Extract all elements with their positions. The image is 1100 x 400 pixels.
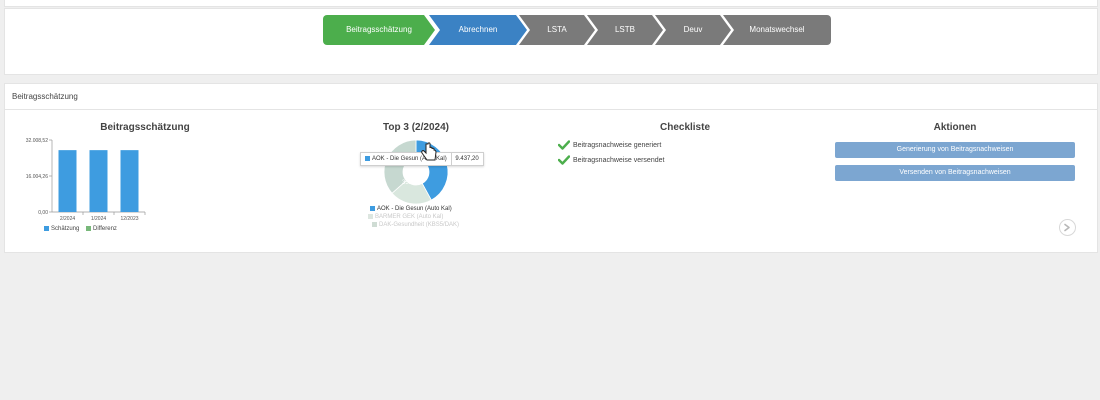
top3-title: Top 3 (2/2024) <box>383 122 449 133</box>
legend-differenz[interactable]: Differenz <box>86 226 117 232</box>
checklist-title: Checkliste <box>659 122 711 133</box>
pie-legend-swatch-barmer <box>368 214 373 219</box>
send-contribution-statements-button[interactable]: Versenden von Beitragsnachweisen <box>835 165 1075 181</box>
x-tick-label: 1/2024 <box>91 216 107 222</box>
legend-label-differenz: Differenz <box>93 226 117 233</box>
bar-schaetzung <box>58 150 77 212</box>
legend-label-schaetzung: Schätzung <box>51 226 80 233</box>
legend-swatch-differenz <box>86 226 91 231</box>
pie-legend-dak[interactable]: DAK-Gesundheit (KBS5/DAK) <box>372 222 459 228</box>
actions-title: Aktionen <box>933 122 977 133</box>
pie-chart: 35.0% <box>383 139 449 205</box>
pie-slice-label: 35.0% <box>402 180 420 186</box>
pie-legend-swatch-dak <box>372 222 377 227</box>
tooltip-divider <box>451 153 453 165</box>
y-tick-label: 32.008,52 <box>26 138 48 144</box>
bar-schaetzung <box>120 150 139 212</box>
pie-legend-label-dak: DAK-Gesundheit (KBS5/DAK) <box>379 222 460 229</box>
legend-schaetzung[interactable]: Schätzung <box>44 226 79 232</box>
generate-contribution-statements-button[interactable]: Generierung von Beitragsnachweisen <box>835 142 1075 158</box>
x-tick-label: 12/2023 <box>120 216 138 222</box>
tooltip-swatch <box>365 155 370 161</box>
bar-schaetzung <box>89 150 108 212</box>
panel-header: Beitragsschätzung <box>5 84 1097 110</box>
pie-legend-label-aok: AOK - Die Gesun (Auto Kal) <box>377 206 452 213</box>
pie-legend-aok[interactable]: AOK - Die Gesun (Auto Kal) <box>370 206 452 212</box>
next-button[interactable] <box>1059 219 1076 236</box>
y-tick-label: 0,00 <box>38 210 48 216</box>
checklist-item-generated: Beitragsnachweise generiert <box>558 140 661 150</box>
checklist-item-sent: Beitragsnachweise versendet <box>558 155 664 165</box>
step-monatswechsel[interactable]: Monatswechsel <box>723 15 831 45</box>
step-lsta[interactable]: LSTA <box>519 15 595 45</box>
pie-legend-swatch-aok <box>370 206 375 211</box>
check-icon <box>558 155 570 165</box>
checklist-label-generated: Beitragsnachweise generiert <box>573 141 662 149</box>
checklist-label-sent: Beitragsnachweise versendet <box>573 156 665 164</box>
check-icon <box>558 140 570 150</box>
step-lstb[interactable]: LSTB <box>587 15 663 45</box>
workflow-panel: Beitragsschätzung Abrechnen LSTA LSTB De… <box>4 8 1098 75</box>
y-tick-label: 16.004,26 <box>26 174 48 180</box>
hand-cursor-icon <box>421 142 437 161</box>
step-beitragsschaetzung[interactable]: Beitragsschätzung <box>323 15 435 45</box>
pie-legend-barmer[interactable]: BARMER GEK (Auto Kal) <box>368 214 443 220</box>
bar-chart: 32.008,52 16.004,26 0,00 2/2024 1/2024 12/202… <box>26 138 146 222</box>
legend-swatch-schaetzung <box>44 226 49 231</box>
x-tick-label: 2/2024 <box>60 216 76 222</box>
arrow-right-circle-icon <box>1064 223 1070 232</box>
top-strip <box>4 0 1098 7</box>
pie-legend-label-barmer: BARMER GEK (Auto Kal) <box>375 214 444 221</box>
step-abrechnen[interactable]: Abrechnen <box>429 15 527 45</box>
tooltip-value: 9.437,20 <box>455 156 479 162</box>
step-deuv[interactable]: Deuv <box>655 15 731 45</box>
